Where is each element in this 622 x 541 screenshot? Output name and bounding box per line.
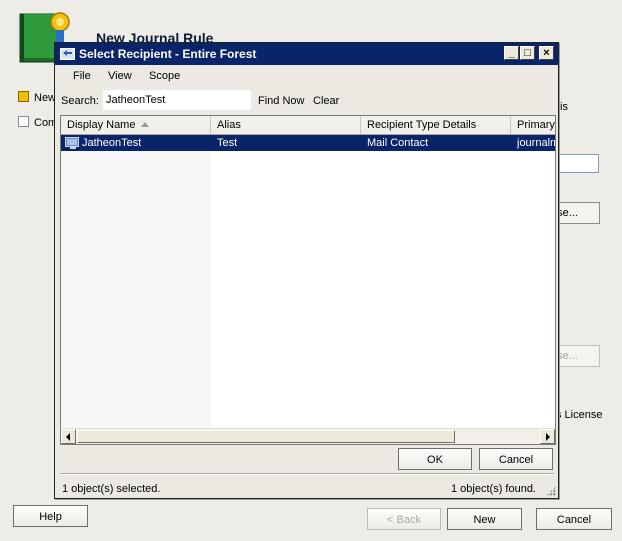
cell-primary: journalm xyxy=(517,137,555,149)
status-found: 1 object(s) found. xyxy=(451,483,536,495)
maximize-button[interactable]: □ xyxy=(520,46,535,60)
scroll-thumb[interactable] xyxy=(77,430,455,443)
step-inactive-icon xyxy=(18,116,29,127)
cell-recipient-type: Mail Contact xyxy=(367,137,429,149)
scroll-right-button[interactable] xyxy=(540,429,555,444)
dialog-title: Select Recipient - Entire Forest xyxy=(79,47,257,61)
cancel-button[interactable]: Cancel xyxy=(536,508,612,530)
find-now-button[interactable]: Find Now xyxy=(258,95,304,107)
arrow-left-icon xyxy=(66,433,70,441)
resize-grip-icon[interactable] xyxy=(546,486,556,496)
browse-button-disabled: use... xyxy=(552,345,600,367)
step-active-icon xyxy=(18,91,29,102)
column-display-name[interactable]: Display Name xyxy=(61,116,211,134)
menu-bar: File View Scope xyxy=(55,65,558,87)
email-field[interactable] xyxy=(552,154,599,173)
search-input[interactable] xyxy=(103,90,251,110)
mail-contact-icon xyxy=(65,137,79,149)
select-recipient-dialog: Select Recipient - Entire Forest _ □ × F… xyxy=(54,42,559,499)
cell-display-name: JatheonTest xyxy=(82,137,142,149)
close-button[interactable]: × xyxy=(539,46,554,60)
help-button[interactable]: Help xyxy=(13,505,88,527)
horizontal-scrollbar[interactable] xyxy=(61,428,555,444)
back-button[interactable]: < Back xyxy=(367,508,441,530)
minimize-button[interactable]: _ xyxy=(504,46,519,60)
ok-button[interactable]: OK xyxy=(398,448,472,470)
side-text-is: is xyxy=(560,101,568,113)
exchange-window-icon xyxy=(60,48,75,60)
wizard-button-bar: Help < Back New Cancel xyxy=(0,500,622,541)
arrow-right-icon xyxy=(546,433,550,441)
menu-file[interactable]: File xyxy=(73,70,91,82)
menu-scope[interactable]: Scope xyxy=(149,70,180,82)
scroll-left-button[interactable] xyxy=(61,429,76,444)
recipient-list[interactable]: Display Name Alias Recipient Type Detail… xyxy=(60,115,556,445)
cell-alias: Test xyxy=(217,137,238,149)
status-selected: 1 object(s) selected. xyxy=(62,483,161,495)
license-text: s License xyxy=(556,409,603,421)
search-row: Search: Find Now Clear xyxy=(55,89,558,113)
column-alias[interactable]: Alias xyxy=(211,116,361,134)
list-header: Display Name Alias Recipient Type Detail… xyxy=(61,116,555,135)
search-label: Search: xyxy=(61,95,99,107)
new-button[interactable]: New xyxy=(447,508,522,530)
dialog-title-bar[interactable]: Select Recipient - Entire Forest _ □ × xyxy=(55,43,558,65)
sort-ascending-icon xyxy=(141,122,150,127)
dialog-cancel-button[interactable]: Cancel xyxy=(479,448,553,470)
table-row[interactable]: JatheonTest Test Mail Contact journalm xyxy=(61,135,555,151)
browse-button[interactable]: use... xyxy=(552,202,600,224)
wizard-step-completion[interactable]: Com xyxy=(18,116,57,129)
column-primary[interactable]: Primary xyxy=(511,116,555,134)
column-recipient-type[interactable]: Recipient Type Details xyxy=(361,116,511,134)
menu-view[interactable]: View xyxy=(108,70,132,82)
wizard-step-new[interactable]: New xyxy=(18,91,56,104)
clear-button[interactable]: Clear xyxy=(313,95,339,107)
